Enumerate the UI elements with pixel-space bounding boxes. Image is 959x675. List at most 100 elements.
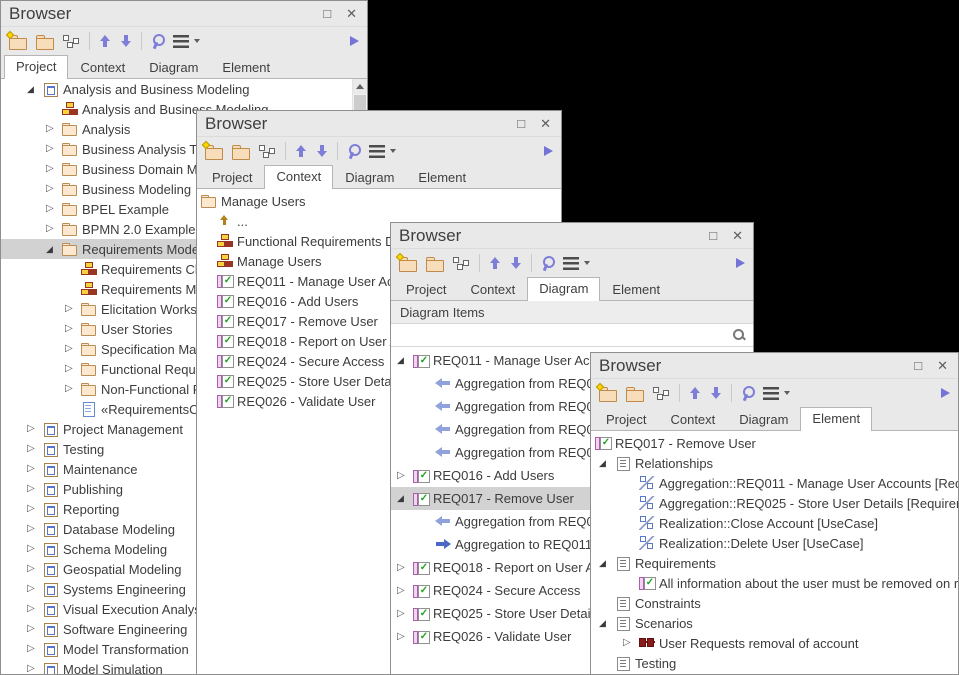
tab-element[interactable]: Element xyxy=(406,166,478,189)
track-element-icon[interactable] xyxy=(151,34,164,49)
move-up-icon[interactable] xyxy=(99,34,111,48)
expand-toggle[interactable]: ◢ xyxy=(27,85,43,94)
expand-toggle[interactable]: ▷ xyxy=(46,224,62,234)
diagram-items-search-input[interactable] xyxy=(398,324,732,346)
tree-row[interactable]: ◢ Relationships xyxy=(591,453,958,473)
expand-toggle[interactable]: ▷ xyxy=(397,632,413,642)
expand-toggle[interactable]: ▷ xyxy=(397,586,413,596)
move-up-icon[interactable] xyxy=(295,144,307,158)
tab-context[interactable]: Context xyxy=(458,278,527,301)
close-icon[interactable]: ✕ xyxy=(540,117,551,130)
tab-diagram[interactable]: Diagram xyxy=(527,277,600,301)
collapse-panel-icon[interactable] xyxy=(941,388,950,398)
move-down-icon[interactable] xyxy=(316,144,328,158)
menu-caret-icon[interactable] xyxy=(194,39,200,43)
tab-project[interactable]: Project xyxy=(200,166,264,189)
tree-row[interactable]: Aggregation::REQ011 - Manage User Accoun… xyxy=(591,473,958,493)
float-window-icon[interactable]: □ xyxy=(914,359,922,372)
track-element-icon[interactable] xyxy=(741,386,754,401)
tab-element[interactable]: Element xyxy=(800,407,872,431)
close-icon[interactable]: ✕ xyxy=(346,7,357,20)
hamburger-menu-icon[interactable] xyxy=(173,35,189,48)
expand-toggle[interactable]: ▷ xyxy=(46,184,62,194)
expand-toggle[interactable]: ▷ xyxy=(27,504,43,514)
titlebar[interactable]: Browser □ ✕ xyxy=(591,353,958,379)
tree-row[interactable]: Testing xyxy=(591,653,958,673)
expand-toggle[interactable]: ▷ xyxy=(623,638,639,648)
expand-toggle[interactable]: ▷ xyxy=(65,304,81,314)
collapse-panel-icon[interactable] xyxy=(544,146,553,156)
expand-toggle[interactable]: ▷ xyxy=(397,471,413,481)
expand-toggle[interactable]: ▷ xyxy=(27,664,43,674)
tab-element[interactable]: Element xyxy=(600,278,672,301)
collapse-panel-icon[interactable] xyxy=(350,36,359,46)
move-down-icon[interactable] xyxy=(710,386,722,400)
tab-context[interactable]: Context xyxy=(68,56,137,79)
expand-toggle[interactable]: ▷ xyxy=(46,144,62,154)
new-model-icon[interactable] xyxy=(205,144,223,159)
titlebar[interactable]: Browser □ ✕ xyxy=(391,223,753,249)
tree-row[interactable]: Manage Users xyxy=(197,191,561,211)
expand-toggle[interactable]: ▷ xyxy=(27,644,43,654)
expand-toggle[interactable]: ◢ xyxy=(397,356,413,365)
tree-row[interactable]: ▷ User Requests removal of account xyxy=(591,633,958,653)
expand-toggle[interactable]: ◢ xyxy=(397,494,413,503)
new-model-icon[interactable] xyxy=(599,386,617,401)
tree-row[interactable]: Constraints xyxy=(591,593,958,613)
menu-caret-icon[interactable] xyxy=(390,149,396,153)
open-folder-icon[interactable] xyxy=(426,256,444,271)
float-window-icon[interactable]: □ xyxy=(709,229,717,242)
tree-row[interactable]: All information about the user must be r… xyxy=(591,573,958,593)
new-model-icon[interactable] xyxy=(399,256,417,271)
float-window-icon[interactable]: □ xyxy=(323,7,331,20)
move-down-icon[interactable] xyxy=(510,256,522,270)
browse-hierarchy-icon[interactable] xyxy=(63,34,80,49)
tree-row[interactable]: ◢ Requirements xyxy=(591,553,958,573)
expand-toggle[interactable]: ▷ xyxy=(27,584,43,594)
new-model-icon[interactable] xyxy=(9,34,27,49)
expand-toggle[interactable]: ▷ xyxy=(27,604,43,614)
expand-toggle[interactable]: ▷ xyxy=(27,484,43,494)
tab-context[interactable]: Context xyxy=(264,165,333,189)
expand-toggle[interactable]: ▷ xyxy=(27,464,43,474)
hamburger-menu-icon[interactable] xyxy=(369,145,385,158)
close-icon[interactable]: ✕ xyxy=(732,229,743,242)
tree-row[interactable]: ◢ Analysis and Business Modeling xyxy=(1,79,352,99)
titlebar[interactable]: Browser □ ✕ xyxy=(1,1,367,27)
tab-element[interactable]: Element xyxy=(210,56,282,79)
track-element-icon[interactable] xyxy=(347,144,360,159)
expand-toggle[interactable]: ◢ xyxy=(599,459,615,468)
tab-project[interactable]: Project xyxy=(594,408,658,431)
expand-toggle[interactable]: ▷ xyxy=(27,624,43,634)
open-folder-icon[interactable] xyxy=(626,386,644,401)
expand-toggle[interactable]: ◢ xyxy=(599,619,615,628)
expand-toggle[interactable]: ▷ xyxy=(397,609,413,619)
expand-toggle[interactable]: ◢ xyxy=(599,559,615,568)
open-folder-icon[interactable] xyxy=(232,144,250,159)
track-element-icon[interactable] xyxy=(541,256,554,271)
move-down-icon[interactable] xyxy=(120,34,132,48)
search-icon[interactable] xyxy=(732,328,746,342)
expand-toggle[interactable]: ▷ xyxy=(27,524,43,534)
browse-hierarchy-icon[interactable] xyxy=(653,386,670,401)
scroll-up-button[interactable] xyxy=(353,79,367,94)
tab-project[interactable]: Project xyxy=(4,55,68,79)
expand-toggle[interactable]: ▷ xyxy=(397,563,413,573)
hamburger-menu-icon[interactable] xyxy=(763,387,779,400)
open-folder-icon[interactable] xyxy=(36,34,54,49)
browse-hierarchy-icon[interactable] xyxy=(453,256,470,271)
collapse-panel-icon[interactable] xyxy=(736,258,745,268)
tab-project[interactable]: Project xyxy=(394,278,458,301)
titlebar[interactable]: Browser □ ✕ xyxy=(197,111,561,137)
menu-caret-icon[interactable] xyxy=(784,391,790,395)
expand-toggle[interactable]: ▷ xyxy=(46,204,62,214)
tree-row[interactable]: Aggregation::REQ025 - Store User Details… xyxy=(591,493,958,513)
move-up-icon[interactable] xyxy=(489,256,501,270)
move-up-icon[interactable] xyxy=(689,386,701,400)
tab-context[interactable]: Context xyxy=(658,408,727,431)
expand-toggle[interactable]: ▷ xyxy=(46,124,62,134)
expand-toggle[interactable]: ▷ xyxy=(27,564,43,574)
close-icon[interactable]: ✕ xyxy=(937,359,948,372)
expand-toggle[interactable]: ▷ xyxy=(65,384,81,394)
tree-row[interactable]: Realization::Close Account [UseCase] xyxy=(591,513,958,533)
